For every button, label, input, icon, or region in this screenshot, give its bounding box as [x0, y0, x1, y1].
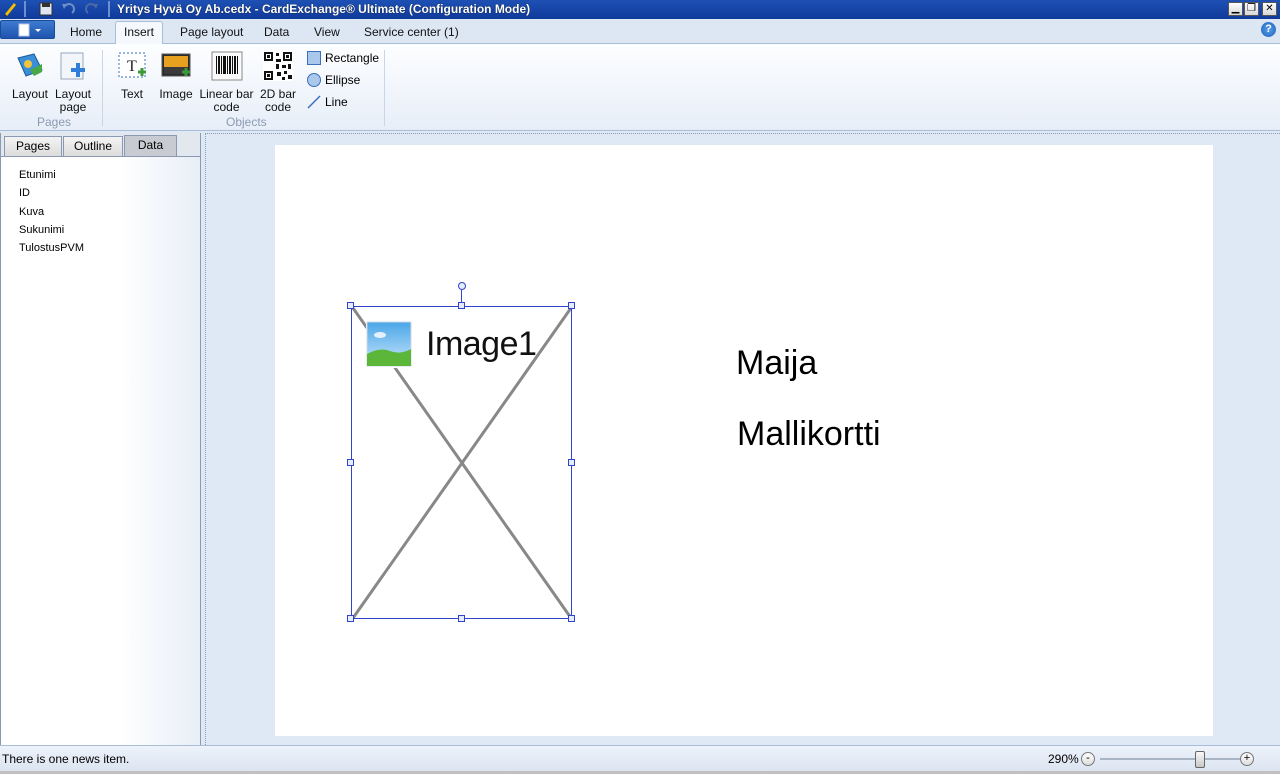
tab-service-center[interactable]: Service center (1): [356, 25, 467, 45]
layout-page-button[interactable]: Layout page: [54, 44, 92, 114]
zoom-slider-thumb[interactable]: [1195, 751, 1205, 768]
zoom-in-button[interactable]: +: [1240, 752, 1254, 766]
insert-linear-barcode-button[interactable]: Linear bar code: [199, 44, 254, 114]
group-separator: [102, 50, 103, 126]
ellipse-icon: [307, 73, 321, 87]
undo-icon[interactable]: [60, 1, 76, 17]
line-icon: [307, 95, 321, 109]
tab-home[interactable]: Home: [62, 25, 110, 45]
layout-icon: [14, 50, 46, 82]
data-field-tulostuspvm[interactable]: TulostusPVM: [19, 241, 84, 259]
insert-image-button[interactable]: Image: [158, 44, 194, 101]
rectangle-icon: [307, 51, 321, 65]
resize-handle-e[interactable]: [568, 459, 575, 466]
resize-handle-w[interactable]: [347, 459, 354, 466]
status-message[interactable]: There is one news item.: [2, 752, 129, 766]
text-label: Text: [120, 87, 143, 101]
divider: [108, 1, 110, 17]
resize-handle-ne[interactable]: [568, 302, 575, 309]
tab-data[interactable]: Data: [256, 25, 297, 45]
title-bar: Yritys Hyvä Oy Ab.cedx - CardExchange® U…: [0, 0, 1280, 19]
tab-view[interactable]: View: [306, 25, 348, 45]
resize-handle-s[interactable]: [458, 615, 465, 622]
card-text-first-name[interactable]: Maija: [736, 344, 817, 383]
image-label: Image: [159, 87, 193, 101]
resize-handle-sw[interactable]: [347, 615, 354, 622]
selected-image-object[interactable]: [351, 306, 572, 619]
data-field-list: Etunimi ID Kuva Sukunimi TulostusPVM: [19, 168, 84, 259]
app-logo-icon[interactable]: [2, 1, 18, 17]
save-icon[interactable]: [38, 1, 54, 17]
divider: [24, 1, 26, 17]
document-icon: [18, 23, 41, 37]
linear-barcode-label-2: code: [213, 100, 240, 114]
insert-line-button[interactable]: Line: [307, 93, 348, 111]
zoom-out-button[interactable]: -: [1081, 752, 1095, 766]
minimize-button[interactable]: ▁: [1228, 2, 1243, 16]
line-label: Line: [325, 95, 348, 109]
insert-ellipse-button[interactable]: Ellipse: [307, 71, 360, 89]
insert-rectangle-button[interactable]: Rectangle: [307, 49, 379, 67]
restore-button[interactable]: ❐: [1244, 2, 1259, 16]
insert-text-button[interactable]: T Text: [114, 44, 150, 101]
tab-data-panel[interactable]: Data: [124, 135, 177, 157]
resize-handle-n[interactable]: [458, 302, 465, 309]
data-field-etunimi[interactable]: Etunimi: [19, 168, 84, 186]
window-title: Yritys Hyvä Oy Ab.cedx - CardExchange® U…: [117, 2, 531, 16]
image-object-icon: [160, 50, 192, 82]
qr-code-icon: [262, 50, 294, 82]
2d-barcode-label-2: code: [264, 100, 292, 114]
add-page-icon: [57, 50, 89, 82]
svg-text:T: T: [127, 58, 137, 75]
text-object-icon: T: [116, 50, 148, 82]
linear-barcode-icon: [211, 50, 243, 82]
resize-handle-se[interactable]: [568, 615, 575, 622]
redo-icon[interactable]: [84, 1, 100, 17]
group-separator: [384, 50, 385, 126]
data-field-kuva[interactable]: Kuva: [19, 205, 84, 223]
layout-page-label-2: page: [59, 100, 87, 114]
left-panel-tabs: Pages Outline Data: [1, 133, 200, 157]
ellipse-label: Ellipse: [325, 73, 361, 87]
layout-button[interactable]: Layout: [10, 44, 50, 101]
ribbon-tab-strip: Home Insert Page layout Data View Servic…: [0, 19, 1280, 44]
insert-2d-barcode-button[interactable]: 2D bar code: [258, 44, 298, 114]
card-text-last-name[interactable]: Mallikortti: [737, 415, 881, 454]
tab-page-layout[interactable]: Page layout: [172, 25, 251, 45]
zoom-slider-track[interactable]: [1100, 758, 1240, 760]
rotate-handle[interactable]: [458, 282, 466, 290]
tab-pages[interactable]: Pages: [4, 136, 62, 157]
left-panel: Pages Outline Data Etunimi ID Kuva Sukun…: [0, 133, 201, 745]
close-button[interactable]: ✕: [1262, 2, 1277, 16]
tab-insert[interactable]: Insert: [115, 21, 164, 44]
tab-outline[interactable]: Outline: [63, 136, 123, 157]
data-field-id[interactable]: ID: [19, 186, 84, 204]
rectangle-label: Rectangle: [325, 51, 380, 65]
help-icon[interactable]: ?: [1261, 22, 1276, 37]
ribbon: Layout Layout page Pages T Text Image Li…: [0, 44, 1280, 131]
data-field-sukunimi[interactable]: Sukunimi: [19, 223, 84, 241]
pages-group-label: Pages: [37, 115, 72, 129]
file-menu-button[interactable]: [0, 20, 55, 39]
layout-label: Layout: [11, 87, 49, 101]
objects-group-label: Objects: [226, 115, 267, 129]
resize-handle-nw[interactable]: [347, 302, 354, 309]
zoom-level: 290%: [1048, 752, 1079, 766]
status-bar: There is one news item. 290% - +: [0, 745, 1280, 771]
